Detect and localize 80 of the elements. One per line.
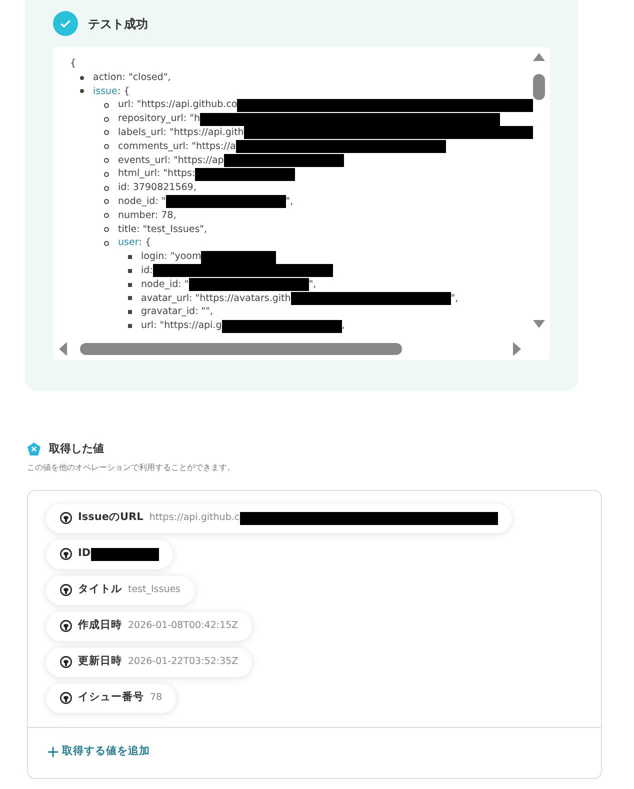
app-logo-icon	[60, 512, 72, 524]
bullet-icon	[104, 199, 109, 204]
value-label: ID	[78, 546, 91, 562]
value-text: 2026-01-22T03:52:35Z	[128, 654, 238, 669]
app-logo-icon	[60, 548, 72, 560]
bullet-icon	[104, 158, 109, 163]
value-label: タイトル	[78, 582, 122, 598]
value-label: 作成日時	[78, 618, 122, 634]
value-label: イシュー番号	[78, 690, 144, 706]
app-logo-icon	[60, 692, 72, 704]
app-logo-icon	[60, 620, 72, 632]
value-chip[interactable]: ID	[46, 540, 173, 568]
value-chip[interactable]: 更新日時 2026-01-22T03:52:35Z	[46, 648, 252, 676]
bullet-icon	[128, 310, 132, 314]
result-title: テスト成功	[88, 16, 148, 32]
value-text: test_Issues	[128, 582, 181, 597]
json-key: user	[118, 236, 139, 250]
bullet-icon	[104, 213, 109, 218]
scrollbar-thumb[interactable]	[80, 343, 402, 355]
json-text: labels_url: "https://api.gith	[118, 126, 244, 140]
value-text: https://api.github.c	[149, 510, 240, 525]
bullet-icon	[80, 76, 84, 80]
scroll-up-icon[interactable]	[533, 53, 545, 61]
json-text: node_id: "	[141, 278, 189, 292]
bullet-icon	[128, 268, 132, 273]
value-chip[interactable]: タイトル test_Issues	[46, 576, 195, 604]
json-text: id:	[141, 264, 153, 278]
json-text: comments_url: "https://a	[118, 140, 236, 154]
json-text: id: 3790821569,	[118, 181, 196, 195]
bullet-icon	[80, 89, 84, 94]
json-text: ,	[342, 319, 345, 333]
bullet-icon	[128, 255, 132, 260]
json-key: issue	[93, 84, 118, 98]
json-text: ",	[286, 194, 294, 209]
bullet-icon	[104, 130, 109, 136]
json-text: url: "https://api.github.co	[118, 98, 238, 112]
scroll-right-icon[interactable]	[513, 342, 521, 356]
value-text: 2026-01-08T00:42:15Z	[128, 618, 238, 633]
bullet-icon	[104, 172, 109, 177]
bullet-icon	[128, 296, 132, 300]
json-text: node_id: "	[118, 194, 166, 209]
pentagon-x-icon	[27, 442, 41, 456]
json-text: html_url: "https:	[118, 167, 196, 182]
bullet-icon	[104, 226, 109, 232]
value-chip[interactable]: イシュー番号 78	[46, 684, 176, 712]
value-label: 更新日時	[78, 654, 122, 670]
bullet-icon	[104, 144, 109, 150]
json-text: url: "https://api.g	[141, 319, 222, 333]
add-value-link[interactable]: 取得する値を追加	[48, 744, 150, 760]
bullet-icon	[104, 186, 109, 191]
json-text: login: "yoom	[141, 250, 202, 264]
json-text: number: 78,	[118, 208, 176, 223]
json-text: : {	[138, 236, 151, 250]
json-text: action: "closed",	[93, 70, 171, 85]
json-text: avatar_url: "https://avatars.gith	[141, 292, 291, 306]
value-text: 78	[150, 690, 162, 705]
scroll-down-icon[interactable]	[533, 320, 545, 328]
value-chip[interactable]: IssueのURL https://api.github.c	[46, 504, 512, 532]
bullet-icon	[104, 116, 109, 122]
bullet-icon	[104, 240, 109, 246]
json-text: ",	[450, 292, 458, 306]
app-logo-icon	[60, 584, 72, 596]
json-text: repository_url: "h	[118, 112, 200, 126]
json-text: title: "test_Issues",	[118, 222, 208, 236]
value-chip[interactable]: 作成日時 2026-01-08T00:42:15Z	[46, 612, 252, 640]
bullet-icon	[128, 282, 132, 287]
scrollbar-thumb[interactable]	[533, 74, 545, 100]
bullet-icon	[104, 102, 109, 108]
scroll-left-icon[interactable]	[59, 342, 67, 356]
bullet-icon	[128, 324, 132, 328]
json-text: events_url: "https://ap	[118, 154, 224, 168]
json-text: gravatar_id: "",	[141, 305, 214, 320]
section-title: 取得した値	[49, 441, 104, 457]
plus-icon	[48, 746, 58, 756]
json-text: ",	[308, 278, 316, 292]
section-description: この値を他のオペレーションで利用することができます。	[27, 462, 236, 474]
json-text: {	[70, 57, 78, 71]
value-label: IssueのURL	[78, 510, 144, 526]
app-logo-icon	[60, 656, 72, 668]
json-text: : {	[117, 84, 130, 98]
